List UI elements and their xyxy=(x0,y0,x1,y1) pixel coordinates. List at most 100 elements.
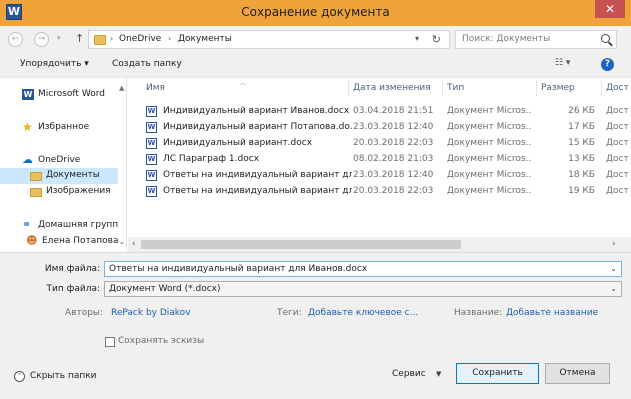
filetype-select[interactable]: Документ Word (*.docx) ⌄ xyxy=(104,281,622,297)
close-button[interactable]: ✕ xyxy=(595,0,625,18)
table-row[interactable]: Ответы на индивидуальный вариант дл... 2… xyxy=(128,168,631,183)
forward-button[interactable]: → xyxy=(34,32,49,47)
tags-value[interactable]: Добавьте ключевое с... xyxy=(308,308,418,318)
filetype-label: Тип файла: xyxy=(46,284,100,294)
search-input[interactable]: Поиск: Документы xyxy=(455,30,617,49)
address-row: ← → ▾ ↑ › OneDrive › Документы ▾ ↻ Поиск… xyxy=(0,26,631,52)
file-availability: Дост xyxy=(606,138,629,148)
back-button[interactable]: ← xyxy=(8,32,23,47)
cancel-button[interactable]: Отмена xyxy=(545,363,610,384)
column-header-availability[interactable]: Дост xyxy=(606,83,629,93)
chevron-down-icon[interactable]: ⌄ xyxy=(610,284,617,293)
table-row[interactable]: ЛС Параграф 1.docx 08.02.2018 21:03 Доку… xyxy=(128,152,631,167)
file-name: Индивидуальный вариант Потапова.do... xyxy=(163,122,352,132)
refresh-icon[interactable]: ↻ xyxy=(432,33,441,46)
breadcrumb-onedrive[interactable]: OneDrive xyxy=(119,34,161,44)
horizontal-scrollbar[interactable]: ‹ › xyxy=(128,237,631,252)
sidebar-item-favorites[interactable]: ★ Избранное xyxy=(0,120,118,136)
folder-icon xyxy=(94,35,106,45)
column-divider[interactable] xyxy=(601,80,602,96)
sidebar-item-documents[interactable]: Документы xyxy=(0,168,118,184)
window-title: Сохранение документа xyxy=(241,5,390,19)
chevron-down-icon[interactable]: ▾ xyxy=(415,34,419,43)
file-date: 23.03.2018 12:40 xyxy=(353,170,434,180)
title-label: Название: xyxy=(454,308,503,318)
column-header-name[interactable]: Имя xyxy=(146,83,165,93)
file-date: 03.04.2018 21:51 xyxy=(353,106,434,116)
word-document-icon xyxy=(146,154,157,165)
file-availability: Дост xyxy=(606,170,629,180)
sidebar-item-label: Елена Потапова xyxy=(42,236,119,246)
column-header-size[interactable]: Размер xyxy=(541,83,575,93)
column-header-date[interactable]: Дата изменения xyxy=(353,83,431,93)
address-bar[interactable]: › OneDrive › Документы ▾ ↻ xyxy=(88,30,450,49)
file-type: Документ Micros... xyxy=(447,154,531,164)
file-name: Ответы на индивидуальный вариант дл... xyxy=(163,170,352,180)
help-icon[interactable]: ? xyxy=(601,58,614,71)
chevron-up-icon[interactable]: ⌃ xyxy=(14,371,25,382)
file-size: 13 КБ xyxy=(568,154,595,164)
scrollbar-thumb[interactable] xyxy=(141,240,461,249)
filetype-value: Документ Word (*.docx) xyxy=(109,284,221,294)
scroll-right-icon[interactable]: › xyxy=(612,239,616,249)
sidebar-item-microsoft-word[interactable]: W Microsoft Word xyxy=(0,87,118,103)
nav-scrollbar[interactable] xyxy=(118,78,126,252)
file-type: Документ Micros... xyxy=(447,138,531,148)
file-type: Документ Micros... xyxy=(447,170,531,180)
filename-field[interactable]: Ответы на индивидуальный вариант для Ива… xyxy=(104,261,622,277)
chevron-down-icon[interactable]: ▼ xyxy=(436,370,441,378)
main-area: W Microsoft Word ★ Избранное ☁ OneDrive … xyxy=(0,78,631,252)
save-button[interactable]: Сохранить xyxy=(456,363,539,384)
file-size: 26 КБ xyxy=(568,106,595,116)
scroll-down-icon[interactable]: ⌄ xyxy=(119,238,125,246)
user-icon: ☻ xyxy=(26,234,38,247)
column-divider[interactable] xyxy=(348,80,349,96)
column-divider[interactable] xyxy=(536,80,537,96)
word-document-icon xyxy=(146,122,157,133)
organize-button[interactable]: Упорядочить ▾ xyxy=(20,59,89,69)
file-type: Документ Micros... xyxy=(447,106,531,116)
authors-label: Авторы: xyxy=(65,308,104,318)
hide-folders-button[interactable]: Скрыть папки xyxy=(30,371,97,381)
sidebar-item-pictures[interactable]: Изображения xyxy=(0,184,118,200)
chevron-down-icon[interactable]: ⌄ xyxy=(610,264,617,273)
word-document-icon xyxy=(146,186,157,197)
word-document-icon xyxy=(146,106,157,117)
save-thumbnails-label[interactable]: Сохранять эскизы xyxy=(118,336,204,346)
view-options-button[interactable]: ☷ ▾ xyxy=(555,58,570,68)
search-icon xyxy=(601,34,610,43)
up-button[interactable]: ↑ xyxy=(75,32,84,45)
file-date: 08.02.2018 21:03 xyxy=(353,154,434,164)
file-size: 17 КБ xyxy=(568,122,595,132)
recent-locations-dropdown[interactable]: ▾ xyxy=(57,34,61,42)
table-row[interactable]: Индивидуальный вариант.docx 20.03.2018 2… xyxy=(128,136,631,151)
cloud-icon: ☁ xyxy=(22,153,33,166)
sidebar-item-homegroup[interactable]: ⚭ Домашняя группа xyxy=(0,218,124,234)
title-bar: W Сохранение документа ✕ xyxy=(0,0,631,26)
save-form: Имя файла: Ответы на индивидуальный вари… xyxy=(0,252,631,399)
table-row[interactable]: Ответы на индивидуальный вариант дл... 2… xyxy=(128,184,631,199)
title-value[interactable]: Добавьте название xyxy=(506,308,598,318)
sidebar-item-user[interactable]: ☻ Елена Потапова xyxy=(0,234,118,250)
filename-label: Имя файла: xyxy=(44,264,100,274)
scroll-left-icon[interactable]: ‹ xyxy=(132,239,136,249)
file-availability: Дост xyxy=(606,186,629,196)
tools-button[interactable]: Сервис xyxy=(392,369,426,379)
table-row[interactable]: Индивидуальный вариант Потапова.do... 23… xyxy=(128,120,631,135)
sidebar-item-label: Документы xyxy=(46,170,100,180)
authors-value[interactable]: RePack by Diakov xyxy=(111,308,191,318)
save-thumbnails-checkbox[interactable] xyxy=(105,337,115,347)
column-divider[interactable] xyxy=(442,80,443,96)
folder-icon xyxy=(30,188,42,197)
column-header-type[interactable]: Тип xyxy=(447,83,464,93)
new-folder-button[interactable]: Создать папку xyxy=(112,59,182,69)
filename-value: Ответы на индивидуальный вариант для Ива… xyxy=(109,264,368,274)
sidebar-item-onedrive[interactable]: ☁ OneDrive xyxy=(0,153,118,169)
sidebar-item-label: Избранное xyxy=(38,122,90,132)
table-row[interactable]: Индивидуальный вариант Иванов.docx 03.04… xyxy=(128,104,631,119)
file-list: ︿ Имя Дата изменения Тип Размер Дост Инд… xyxy=(128,78,631,252)
file-name: ЛС Параграф 1.docx xyxy=(163,154,260,164)
breadcrumb-documents[interactable]: Документы xyxy=(178,34,232,44)
sidebar-item-label: Microsoft Word xyxy=(38,89,105,99)
scroll-up-icon[interactable]: ▲ xyxy=(119,84,124,92)
